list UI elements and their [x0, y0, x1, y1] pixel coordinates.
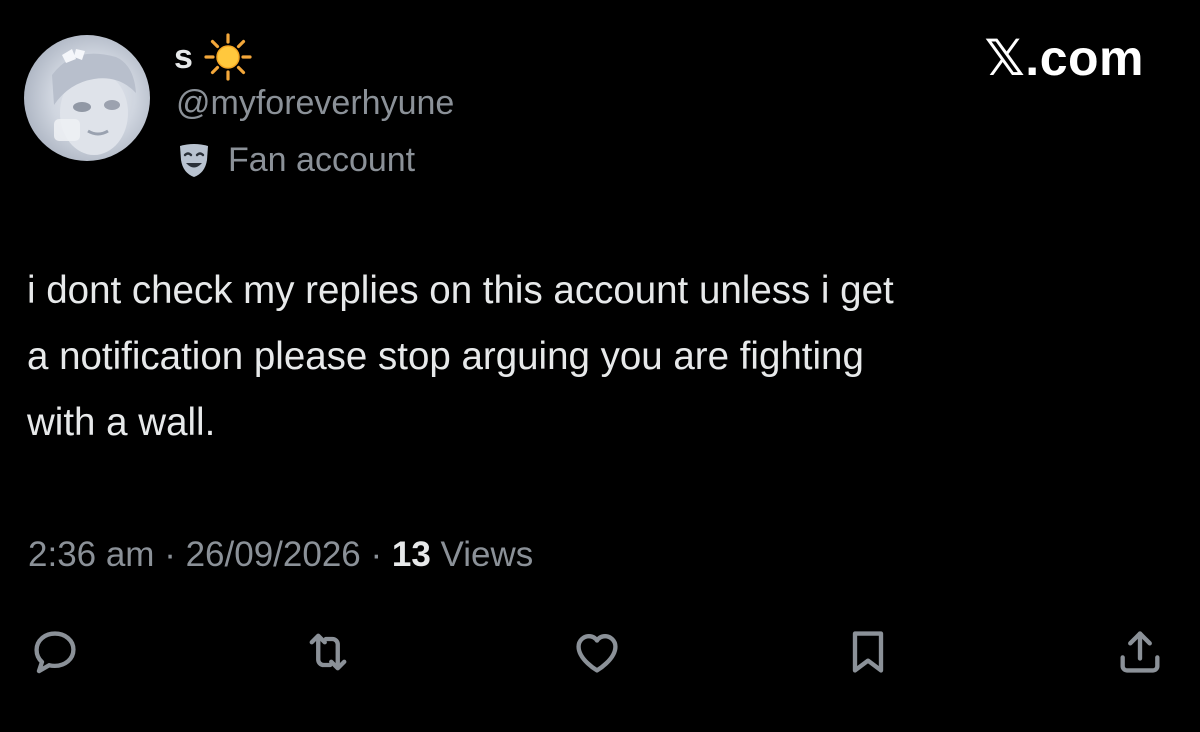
action-bar — [0, 622, 1200, 682]
tweet-date[interactable]: 26/09/2026 — [186, 535, 361, 574]
like-button[interactable] — [567, 622, 627, 682]
display-name[interactable]: s — [174, 40, 193, 74]
meta-separator: · — [360, 535, 392, 574]
heart-icon — [576, 634, 618, 673]
meta-separator: · — [154, 535, 186, 574]
tweet-text: i dont check my replies on this account … — [27, 269, 894, 444]
affiliation-label: Fan account — [228, 141, 416, 179]
bookmark-icon — [852, 631, 884, 673]
views-label[interactable]: Views — [431, 535, 534, 574]
repost-icon — [309, 633, 347, 671]
x-logo: 𝕏.com — [984, 30, 1144, 86]
reply-button[interactable] — [25, 622, 85, 682]
affiliation-badge[interactable]: Fan account — [174, 140, 415, 180]
share-button[interactable] — [1110, 622, 1170, 682]
sun-icon — [204, 33, 252, 81]
repost-button[interactable] — [298, 622, 358, 682]
reply-icon — [34, 631, 76, 674]
author-name-row[interactable]: s — [174, 33, 253, 81]
views-count[interactable]: 13 — [392, 535, 431, 574]
author-handle[interactable]: @myforeverhyune — [176, 83, 454, 123]
share-icon — [1120, 631, 1160, 673]
tweet-meta: 2:36 am · 26/09/2026 · 13 Views — [28, 530, 533, 580]
tweet-card: s @myforeverhyune Fan account 𝕏.com i do… — [0, 0, 1200, 732]
theater-mask-icon — [180, 144, 208, 177]
bookmark-button[interactable] — [838, 622, 898, 682]
avatar[interactable] — [24, 35, 150, 161]
tweet-time[interactable]: 2:36 am — [28, 535, 154, 574]
